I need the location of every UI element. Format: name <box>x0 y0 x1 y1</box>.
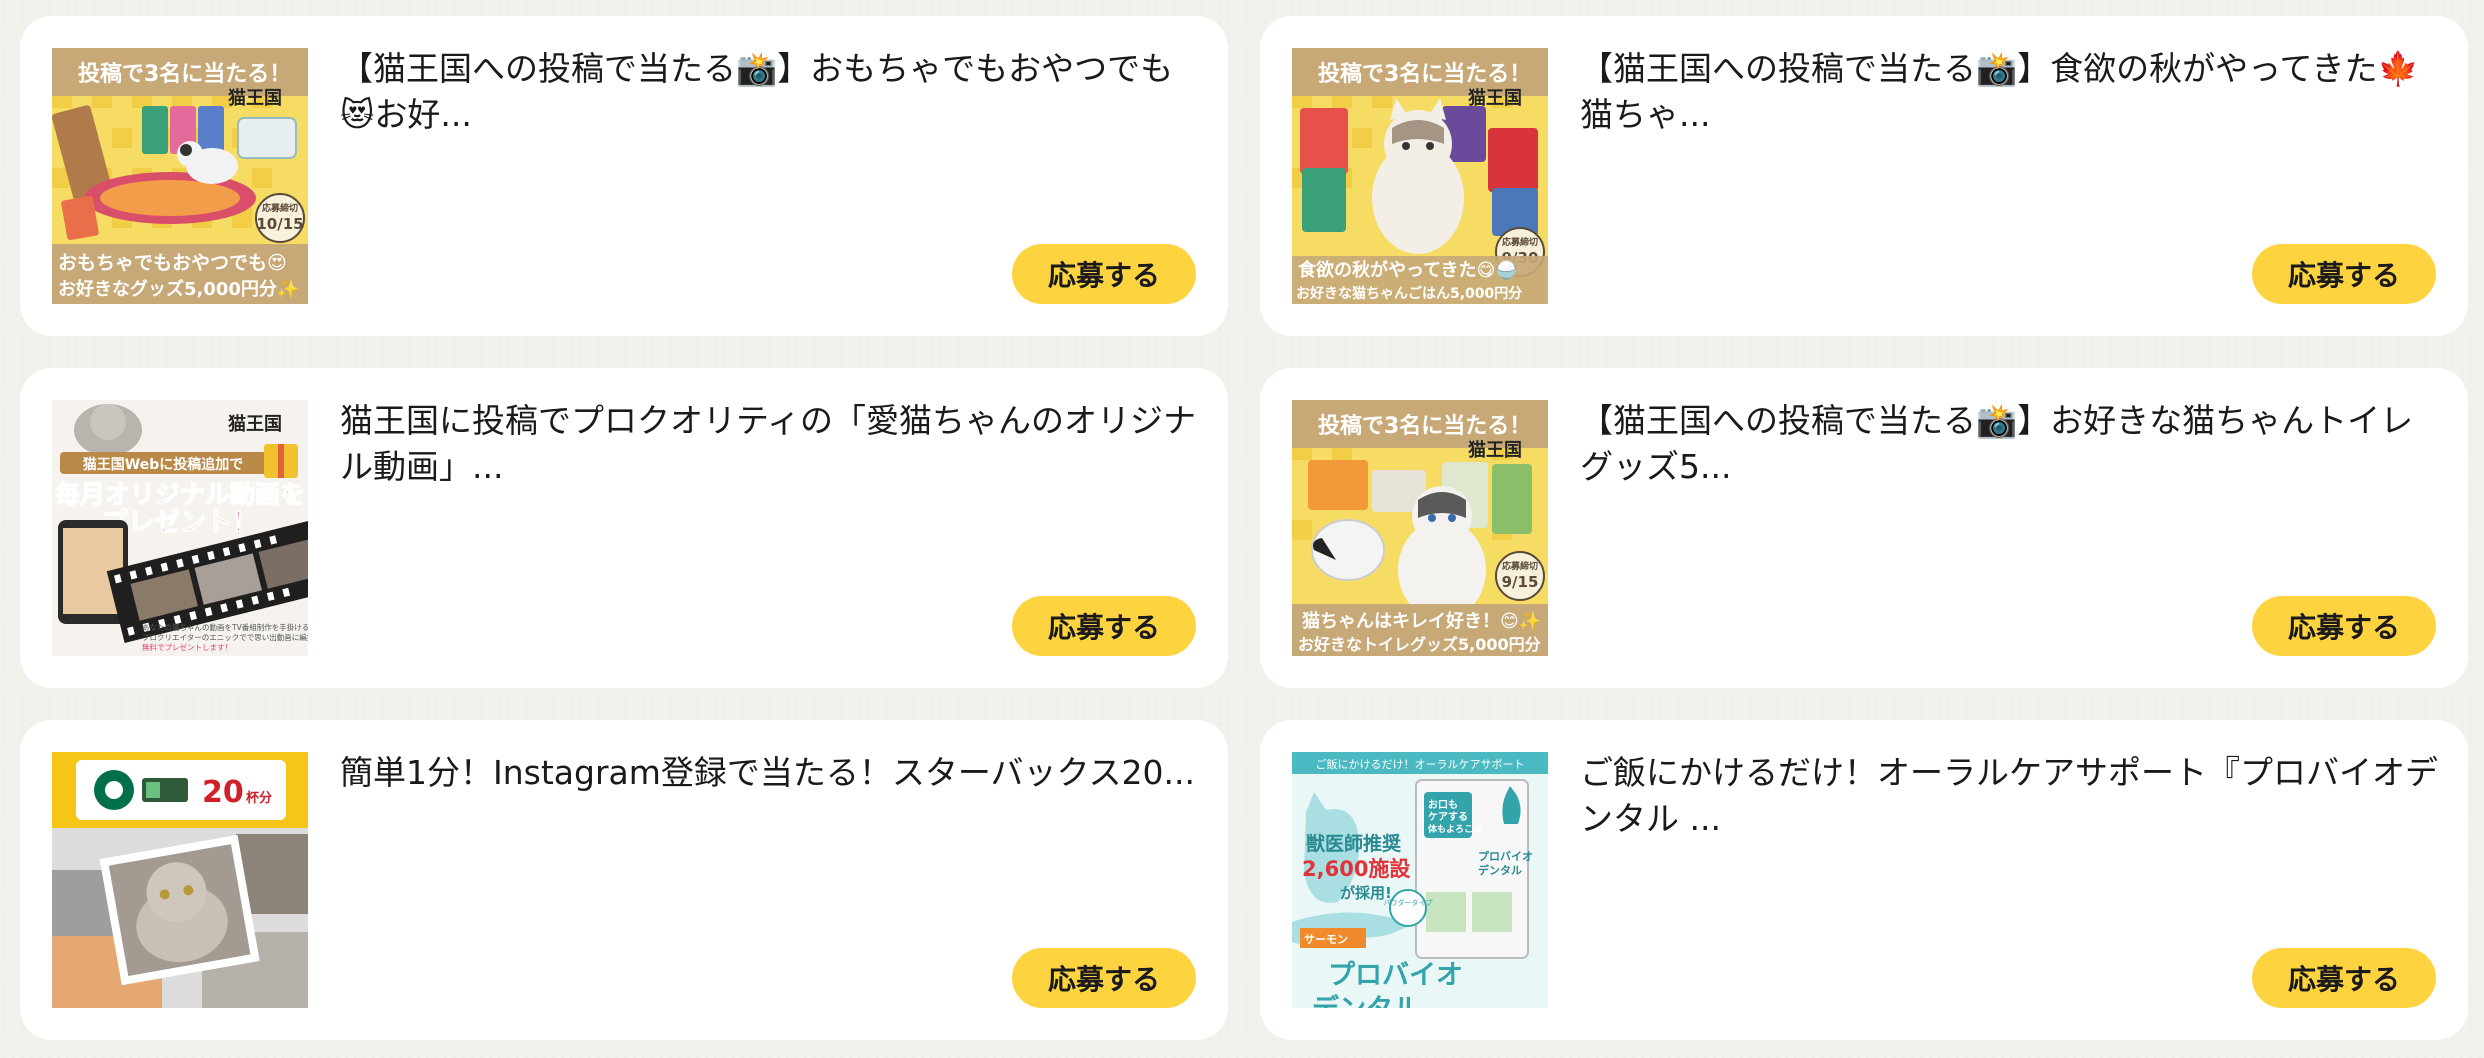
image-fineprint-line2: プロクリエイターのエニックでで思い出動画に編集し、 <box>142 632 308 642</box>
image-fineprint-line1: あなたの猫ちゃんの動画をTV番組制作を手掛ける <box>142 622 308 632</box>
campaign-thumbnail[interactable]: 投稿で3名に当たる！ 猫王国 応募締切 9/15 猫ちゃんはキレイ好き！😊✨ お… <box>1292 400 1548 656</box>
deadline-label: 応募締切 <box>262 202 298 214</box>
deadline-label: 応募締切 <box>1502 560 1538 572</box>
apply-button[interactable]: 応募する <box>2252 244 2436 304</box>
image-top-strip: ご飯にかけるだけ！オーラルケアサポート <box>1316 757 1525 771</box>
campaign-thumbnail[interactable]: 投稿で3名に当たる！ 猫王国 応募締切 10/15 おもちゃでもおやつでも😍 お… <box>52 48 308 304</box>
image-logo-text: 猫王国 <box>228 87 282 109</box>
image-count: 20 <box>202 775 244 810</box>
apply-button[interactable]: 応募する <box>1012 948 1196 1008</box>
campaign-card[interactable]: 猫王国 猫王国Webに投稿追加で 毎月オリジナル動画を プレゼント！ あなたの猫… <box>20 368 1228 688</box>
image-logo-text: 猫王国 <box>228 413 282 435</box>
image-ribbon-text: 猫王国Webに投稿追加で <box>83 456 243 473</box>
campaign-title[interactable]: 【猫王国への投稿で当たる📸】お好きな猫ちゃんトイレグッズ5... <box>1580 398 2440 490</box>
deadline-date: 9/15 <box>1502 573 1539 591</box>
image-logo-text: 猫王国 <box>1468 439 1522 461</box>
campaign-thumbnail[interactable]: ご飯にかけるだけ！オーラルケアサポート 獣医師推奨 2,600施設 が採用! お… <box>1292 752 1548 1008</box>
image-headline-line1: 毎月オリジナル動画を <box>55 480 305 509</box>
image-banner-text: 投稿で3名に当たる！ <box>1318 413 1531 439</box>
powder-badge: パウダータイプ <box>1384 898 1433 907</box>
image-count-unit: 杯分 <box>246 790 272 806</box>
campaign-title[interactable]: 【猫王国への投稿で当たる📸】おもちゃでもおやつでも😻お好... <box>340 46 1200 138</box>
pack-text-line1: お口も <box>1428 799 1458 811</box>
image-banner-text: 投稿で3名に当たる！ <box>1318 61 1531 87</box>
image-brand-line1: プロバイオ <box>1328 960 1463 991</box>
image-caption-line2: お好きなグッズ5,000円分✨ <box>58 278 299 300</box>
campaign-thumbnail[interactable]: 猫王国 猫王国Webに投稿追加で 毎月オリジナル動画を プレゼント！ あなたの猫… <box>52 400 308 656</box>
deadline-label: 応募締切 <box>1502 236 1538 248</box>
pack-text-line2: ケアする <box>1428 811 1468 823</box>
image-banner-text: 投稿で3名に当たる！ <box>78 61 291 87</box>
deadline-date: 10/15 <box>256 215 303 233</box>
image-caption-line2: お好きなトイレグッズ5,000円分 <box>1298 635 1541 654</box>
image-endorse-line1: 獣医師推奨 <box>1306 832 1402 855</box>
campaign-title[interactable]: 簡単1分！Instagram登録で当たる！スターバックス20... <box>340 750 1200 796</box>
campaign-title[interactable]: ご飯にかけるだけ！オーラルケアサポート『プロバイオデンタル ... <box>1580 750 2440 842</box>
pack-name-line1: プロバイオ <box>1478 849 1533 863</box>
pack-text-line3: 体もよろこぶ <box>1428 823 1482 835</box>
apply-button[interactable]: 応募する <box>2252 948 2436 1008</box>
campaign-card[interactable]: 投稿で3名に当たる！ 猫王国 応募締切 9/30 食欲の秋がやってきた😋🍚 お好… <box>1260 16 2468 336</box>
campaign-title[interactable]: 猫王国に投稿でプロクオリティの「愛猫ちゃんのオリジナル動画」... <box>340 398 1200 490</box>
campaign-card[interactable]: ご飯にかけるだけ！オーラルケアサポート 獣医師推奨 2,600施設 が採用! お… <box>1260 720 2468 1040</box>
image-logo-text: 猫王国 <box>1468 87 1522 109</box>
campaign-thumbnail[interactable]: 20 杯分 <box>52 752 308 1008</box>
image-caption-line2: お好きな猫ちゃんごはん5,000円分 <box>1296 285 1522 302</box>
image-caption-line1: おもちゃでもおやつでも😍 <box>58 252 287 274</box>
apply-button[interactable]: 応募する <box>1012 596 1196 656</box>
image-endorse-line2: 2,600施設 <box>1302 857 1411 881</box>
campaign-card[interactable]: 投稿で3名に当たる！ 猫王国 応募締切 10/15 おもちゃでもおやつでも😍 お… <box>20 16 1228 336</box>
image-fineprint-line3: 無料でプレゼントします！ <box>142 642 232 652</box>
image-brand-line2: デンタル <box>1312 993 1420 1008</box>
image-caption-line1: 猫ちゃんはキレイ好き！😊✨ <box>1302 610 1541 632</box>
image-caption-line1: 食欲の秋がやってきた😋🍚 <box>1297 259 1518 281</box>
apply-button[interactable]: 応募する <box>1012 244 1196 304</box>
salmon-badge: サーモン <box>1304 933 1348 946</box>
campaign-title[interactable]: 【猫王国への投稿で当たる📸】食欲の秋がやってきた🍁猫ちゃ... <box>1580 46 2440 138</box>
pack-name-line2: デンタル <box>1478 863 1522 877</box>
apply-button[interactable]: 応募する <box>2252 596 2436 656</box>
campaign-card[interactable]: 投稿で3名に当たる！ 猫王国 応募締切 9/15 猫ちゃんはキレイ好き！😊✨ お… <box>1260 368 2468 688</box>
campaign-thumbnail[interactable]: 投稿で3名に当たる！ 猫王国 応募締切 9/30 食欲の秋がやってきた😋🍚 お好… <box>1292 48 1548 304</box>
campaign-card[interactable]: 20 杯分 簡単1分！Instagram登録で当たる！スターバックス20... … <box>20 720 1228 1040</box>
